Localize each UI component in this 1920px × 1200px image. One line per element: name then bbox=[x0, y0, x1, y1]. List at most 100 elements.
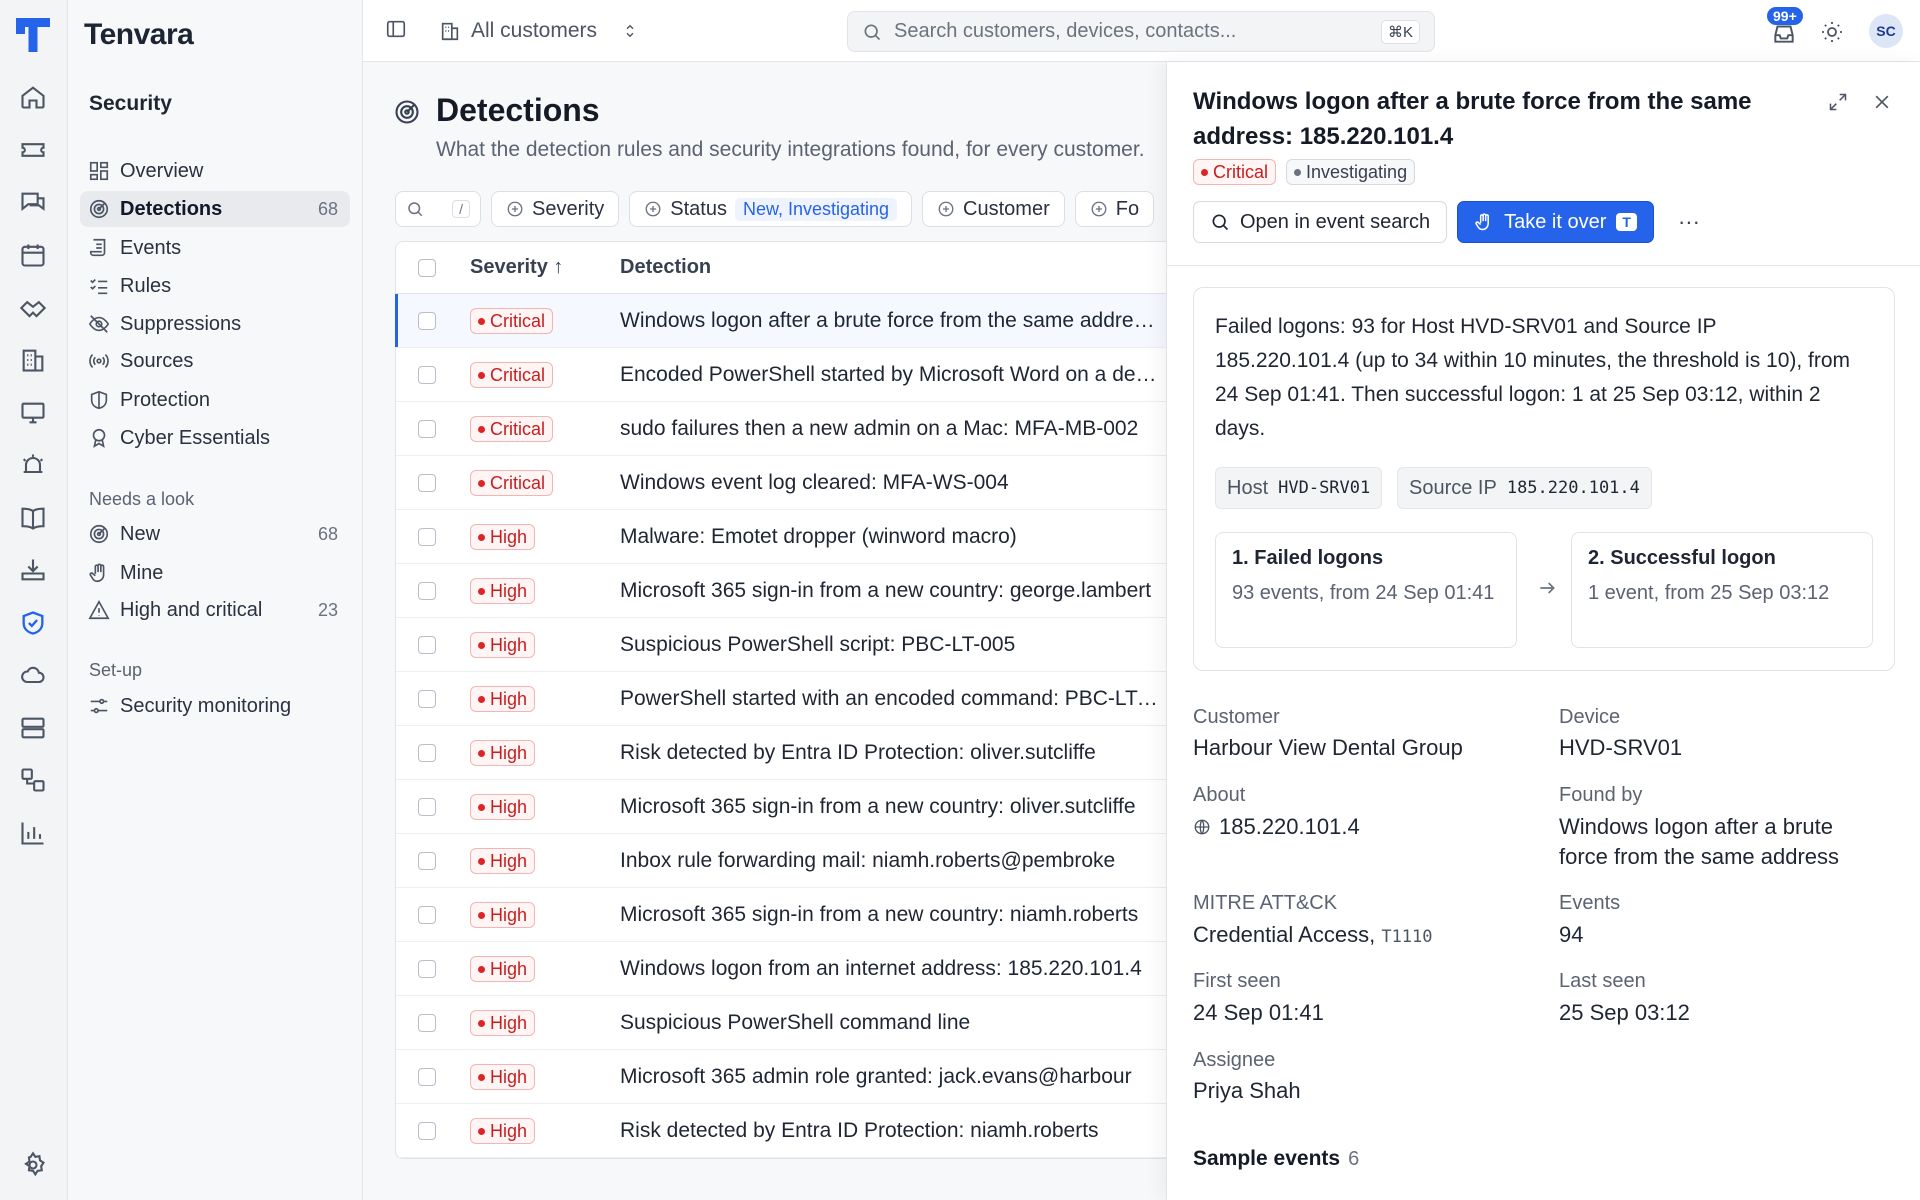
table-row[interactable]: High Risk detected by Entra ID Protection… bbox=[396, 1104, 1166, 1158]
step-successful-logon[interactable]: 2. Successful logon 1 event, from 25 Sep… bbox=[1571, 532, 1873, 648]
severity-filter[interactable]: Severity bbox=[491, 191, 620, 227]
customer-value[interactable]: Harbour View Dental Group bbox=[1193, 733, 1463, 763]
table-row[interactable]: High Suspicious PowerShell command line bbox=[396, 996, 1166, 1050]
detection-cell[interactable]: Inbox rule forwarding mail: niamh.robert… bbox=[620, 849, 1166, 873]
home-icon[interactable] bbox=[19, 83, 47, 111]
table-row[interactable]: Critical Windows logon after a brute forc… bbox=[395, 294, 1166, 348]
handshake-icon[interactable] bbox=[19, 294, 47, 322]
host-chip[interactable]: Host HVD-SRV01 bbox=[1215, 467, 1383, 509]
detection-cell[interactable]: Windows logon from an internet address: … bbox=[620, 957, 1166, 981]
sidebar-item-sources[interactable]: Sources bbox=[80, 343, 350, 379]
row-checkbox[interactable] bbox=[418, 1121, 436, 1140]
chat-icon[interactable] bbox=[19, 189, 47, 217]
severity-column-header[interactable]: Severity ↑ bbox=[470, 256, 620, 279]
row-checkbox[interactable] bbox=[418, 527, 436, 546]
toggle-sidebar-icon[interactable] bbox=[385, 18, 407, 40]
detection-cell[interactable]: Microsoft 365 sign-in from a new country… bbox=[620, 795, 1166, 819]
more-actions-button[interactable]: ··· bbox=[1672, 205, 1706, 239]
table-row[interactable]: High Microsoft 365 sign-in from a new cou… bbox=[396, 564, 1166, 618]
row-checkbox[interactable] bbox=[418, 1013, 436, 1032]
table-row[interactable]: High Malware: Emotet dropper (winword mac… bbox=[396, 510, 1166, 564]
sidebar-item-security-monitoring[interactable]: Security monitoring bbox=[80, 688, 350, 724]
detection-cell[interactable]: Suspicious PowerShell script: PBC-LT-005 bbox=[620, 633, 1166, 657]
sidebar-item-protection[interactable]: Protection bbox=[80, 382, 350, 418]
sidebar-item-events[interactable]: Events bbox=[80, 230, 350, 266]
sample-events-heading[interactable]: Sample events 6 bbox=[1193, 1147, 1359, 1171]
settings-icon[interactable] bbox=[19, 1151, 47, 1179]
detection-cell[interactable]: Windows logon after a brute force from t… bbox=[620, 309, 1166, 333]
table-row[interactable]: High Windows logon from an internet addre… bbox=[396, 942, 1166, 996]
detection-cell[interactable]: Suspicious PowerShell command line bbox=[620, 1011, 1166, 1035]
assignee-value[interactable]: Priya Shah bbox=[1193, 1076, 1301, 1106]
building-icon[interactable] bbox=[19, 346, 47, 374]
detection-cell[interactable]: Risk detected by Entra ID Protection: ni… bbox=[620, 1119, 1166, 1143]
source-ip-chip[interactable]: Source IP 185.220.101.4 bbox=[1397, 467, 1652, 509]
cloud-icon[interactable] bbox=[19, 661, 47, 689]
sidebar-item-mine[interactable]: Mine bbox=[80, 555, 350, 591]
sidebar-item-cyber-essentials[interactable]: Cyber Essentials bbox=[80, 420, 350, 456]
sidebar-item-overview[interactable]: Overview bbox=[80, 153, 350, 189]
monitor-icon[interactable] bbox=[19, 399, 47, 427]
sidebar-item-rules[interactable]: Rules bbox=[80, 268, 350, 304]
customer-scope-selector[interactable]: All customers bbox=[439, 14, 639, 48]
book-icon[interactable] bbox=[19, 504, 47, 532]
found-by-value[interactable]: Windows logon after a brute force from t… bbox=[1559, 812, 1869, 872]
sidebar-item-new[interactable]: New 68 bbox=[80, 516, 350, 552]
detection-cell[interactable]: Encoded PowerShell started by Microsoft … bbox=[620, 363, 1166, 387]
server-icon[interactable] bbox=[19, 714, 47, 742]
expand-icon[interactable] bbox=[1828, 92, 1848, 112]
alarm-icon[interactable] bbox=[19, 451, 47, 479]
more-filter[interactable]: Fo bbox=[1074, 191, 1155, 227]
global-search-input[interactable]: Search customers, devices, contacts... ⌘… bbox=[847, 11, 1435, 52]
select-all-checkbox[interactable] bbox=[418, 258, 436, 277]
table-row[interactable]: High Inbox rule forwarding mail: niamh.ro… bbox=[396, 834, 1166, 888]
table-row[interactable]: High PowerShell started with an encoded c… bbox=[396, 672, 1166, 726]
row-checkbox[interactable] bbox=[418, 365, 436, 384]
step-failed-logons[interactable]: 1. Failed logons 93 events, from 24 Sep … bbox=[1215, 532, 1517, 648]
row-checkbox[interactable] bbox=[418, 635, 436, 654]
table-row[interactable]: Critical Windows event log cleared: MFA-W… bbox=[396, 456, 1166, 510]
row-checkbox[interactable] bbox=[418, 419, 436, 438]
ticket-icon[interactable] bbox=[19, 136, 47, 164]
detection-cell[interactable]: Microsoft 365 sign-in from a new country… bbox=[620, 903, 1166, 927]
workflow-icon[interactable] bbox=[19, 766, 47, 794]
row-checkbox[interactable] bbox=[418, 689, 436, 708]
user-avatar[interactable]: SC bbox=[1869, 14, 1903, 48]
table-search-input[interactable]: / bbox=[395, 191, 481, 227]
theme-toggle-icon[interactable] bbox=[1820, 20, 1844, 44]
detection-cell[interactable]: Malware: Emotet dropper (winword macro) bbox=[620, 525, 1166, 549]
row-checkbox[interactable] bbox=[418, 473, 436, 492]
close-icon[interactable] bbox=[1872, 92, 1892, 112]
table-row[interactable]: Critical sudo failures then a new admin o… bbox=[396, 402, 1166, 456]
row-checkbox[interactable] bbox=[418, 581, 436, 600]
table-row[interactable]: High Microsoft 365 sign-in from a new cou… bbox=[396, 888, 1166, 942]
table-row[interactable]: High Risk detected by Entra ID Protection… bbox=[396, 726, 1166, 780]
sidebar-item-suppressions[interactable]: Suppressions bbox=[80, 306, 350, 342]
row-checkbox[interactable] bbox=[418, 959, 436, 978]
row-checkbox[interactable] bbox=[418, 797, 436, 816]
customer-filter[interactable]: Customer bbox=[922, 191, 1065, 227]
sidebar-item-high-and-critical[interactable]: High and critical 23 bbox=[80, 592, 350, 628]
detection-cell[interactable]: Microsoft 365 sign-in from a new country… bbox=[620, 579, 1166, 603]
about-value[interactable]: 185.220.101.4 bbox=[1193, 812, 1360, 842]
open-in-event-search-button[interactable]: Open in event search bbox=[1193, 201, 1448, 243]
detection-cell[interactable]: Risk detected by Entra ID Protection: ol… bbox=[620, 741, 1166, 765]
table-row[interactable]: High Microsoft 365 sign-in from a new cou… bbox=[396, 780, 1166, 834]
detection-cell[interactable]: PowerShell started with an encoded comma… bbox=[620, 687, 1166, 711]
download-tray-icon[interactable] bbox=[19, 556, 47, 584]
shield-icon[interactable] bbox=[19, 609, 47, 637]
table-row[interactable]: High Suspicious PowerShell script: PBC-LT… bbox=[396, 618, 1166, 672]
table-row[interactable]: High Microsoft 365 admin role granted: ja… bbox=[396, 1050, 1166, 1104]
table-row[interactable]: Critical Encoded PowerShell started by Mi… bbox=[396, 348, 1166, 402]
device-value[interactable]: HVD-SRV01 bbox=[1559, 733, 1682, 763]
take-it-over-button[interactable]: Take it over T bbox=[1457, 201, 1654, 243]
row-checkbox[interactable] bbox=[418, 1067, 436, 1086]
detection-cell[interactable]: Microsoft 365 admin role granted: jack.e… bbox=[620, 1065, 1166, 1089]
row-checkbox[interactable] bbox=[418, 743, 436, 762]
row-checkbox[interactable] bbox=[418, 905, 436, 924]
row-checkbox[interactable] bbox=[418, 311, 436, 330]
detection-cell[interactable]: Windows event log cleared: MFA-WS-004 bbox=[620, 471, 1166, 495]
calendar-icon[interactable] bbox=[19, 241, 47, 269]
bar-chart-icon[interactable] bbox=[19, 819, 47, 847]
detection-column-header[interactable]: Detection bbox=[620, 256, 1166, 279]
